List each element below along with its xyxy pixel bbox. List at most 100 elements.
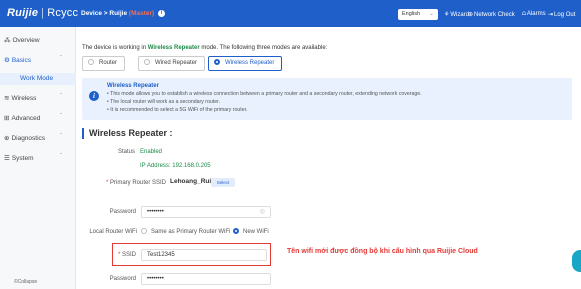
mode-router-button[interactable]: Router xyxy=(82,56,126,71)
wizard-icon: ⚘ xyxy=(444,12,450,18)
mode-text-mode: Wireless Repeater xyxy=(147,45,200,51)
info-icon: i xyxy=(89,91,99,101)
network-check-icon: ⊕ xyxy=(468,12,474,18)
diagnostics-icon: ⊕ xyxy=(4,135,10,142)
local-wifi-label: Local Router WiFi xyxy=(89,229,137,235)
sidebar-item-label: Advanced xyxy=(11,115,41,122)
chevron-down-icon: ˇ xyxy=(60,94,62,100)
mode-label: Router xyxy=(99,60,118,66)
sidebar-item-label: Diagnostics xyxy=(11,135,46,142)
mode-description: The device is working in Wireless Repeat… xyxy=(82,45,327,51)
alarms-link[interactable]: ⩍Alarms xyxy=(522,11,546,18)
chevron-down-icon: ˇ xyxy=(60,154,62,160)
breadcrumb-device[interactable]: Device xyxy=(81,10,102,17)
status-value: Enabled xyxy=(140,149,163,155)
eye-icon[interactable]: ◎ xyxy=(260,207,265,217)
primary-ssid-label-text: Primary Router SSID xyxy=(109,180,166,186)
wizard-label: Wizard xyxy=(450,12,470,18)
info-bullet: • This mode allows you to establish a wi… xyxy=(107,91,422,97)
radio-icon xyxy=(141,228,147,234)
language-select[interactable]: English ⌄ xyxy=(398,9,438,20)
sidebar-item-label: Basics xyxy=(11,57,31,64)
password-value: •••••••• xyxy=(147,209,164,215)
sidebar-item-work-mode[interactable]: Work Mode xyxy=(0,73,76,85)
radio-icon xyxy=(88,59,94,65)
wizard-link[interactable]: ⚘Wizard xyxy=(444,11,469,18)
sidebar-item-diagnostics[interactable]: ⊕ Diagnostics ˇ xyxy=(4,134,62,142)
mode-wired-repeater-button[interactable]: Wired Repeater xyxy=(138,56,206,71)
support-widget[interactable] xyxy=(572,250,581,272)
logout-link[interactable]: ⇥Log Out xyxy=(548,11,575,18)
advanced-icon: ⊞ xyxy=(4,115,10,122)
required-mark: * xyxy=(105,180,109,186)
ip-address: IP Address: 192.168.0.205 xyxy=(140,163,211,169)
password2-value: •••••••• xyxy=(147,276,164,282)
radio-selected-icon xyxy=(214,59,220,65)
network-check-link[interactable]: ⊕Network Check xyxy=(468,11,515,18)
radio-new-wifi[interactable]: New WiFi xyxy=(233,228,269,235)
alarms-icon: ⩍ xyxy=(522,11,526,17)
select-button[interactable]: Select xyxy=(211,178,235,187)
mode-text-suffix: mode. The following three modes are avai… xyxy=(201,45,328,51)
breadcrumb-separator: > xyxy=(103,10,108,18)
sidebar-item-wireless[interactable]: ≋ Wireless ˇ xyxy=(4,94,62,102)
top-bar: Ruijie | Rcycc Device > Ruijie (Master) i … xyxy=(0,0,581,27)
sidebar-item-label: System xyxy=(11,155,34,162)
radio-label: Same as Primary Router WiFi xyxy=(151,229,231,235)
breadcrumb-current: Ruijie xyxy=(109,10,128,18)
status-label: Status xyxy=(117,149,135,155)
logo-product: Rcycc xyxy=(47,7,79,19)
ruijie-logo[interactable]: Ruijie | Rcycc xyxy=(7,7,78,19)
system-icon: ☰ xyxy=(4,155,10,162)
wireless-icon: ≋ xyxy=(4,95,10,102)
info-box: i Wireless Repeater • This mode allows y… xyxy=(82,78,572,120)
overview-icon: ⁂ xyxy=(4,37,11,44)
chevron-down-icon: ˇ xyxy=(60,134,62,140)
primary-ssid-label: * Primary Router SSID xyxy=(80,180,166,186)
radio-selected-icon xyxy=(233,228,239,234)
ssid-label: * SSID xyxy=(112,252,136,258)
breadcrumb-model: (Master) xyxy=(128,10,155,18)
alarms-label: Alarms xyxy=(526,11,546,17)
logo-separator: | xyxy=(41,7,45,19)
radio-icon xyxy=(144,59,150,65)
sidebar-item-system[interactable]: ☰ System ˇ xyxy=(4,154,62,162)
mode-wireless-repeater-button[interactable]: Wireless Repeater xyxy=(208,56,283,71)
breadcrumb: Device > Ruijie (Master) i xyxy=(81,10,166,18)
sidebar: ⁂ Overview ⚙ Basics ˇ Work Mode ≋ Wireless ˇ … xyxy=(0,27,76,289)
chevron-down-icon: ˇ xyxy=(60,114,62,120)
password-field[interactable]: •••••••• ◎ xyxy=(141,206,271,218)
chevron-down-icon: ⌄ xyxy=(428,11,434,17)
mode-label: Wired Repeater xyxy=(155,60,198,66)
sidebar-item-label: Wireless xyxy=(11,95,37,102)
annotation-text: Tên wifi mới được đồng bộ khi cấu hình q… xyxy=(287,248,478,255)
sidebar-item-label: Overview xyxy=(12,37,40,44)
sidebar-item-advanced[interactable]: ⊞ Advanced ˇ xyxy=(4,114,62,122)
sidebar-item-overview[interactable]: ⁂ Overview xyxy=(4,36,40,44)
required-mark: * xyxy=(117,252,121,258)
password-label: Password xyxy=(109,209,136,215)
language-value: English xyxy=(402,11,421,17)
info-bullet: • It is recommended to select a 5G WiFi … xyxy=(107,107,248,113)
sidebar-item-basics[interactable]: ⚙ Basics ˇ xyxy=(4,56,62,64)
ssid-label-text: SSID xyxy=(121,252,136,258)
radio-same-as-primary[interactable]: Same as Primary Router WiFi xyxy=(141,228,230,235)
section-title: Wireless Repeater : xyxy=(82,128,172,139)
info-title: Wireless Repeater xyxy=(107,83,159,89)
password2-label: Password xyxy=(109,276,136,282)
info-icon[interactable]: i xyxy=(158,10,166,17)
chevron-down-icon: ˇ xyxy=(60,56,62,62)
logout-icon: ⇥ xyxy=(548,12,554,18)
ssid-value: Test12345 xyxy=(147,252,175,258)
radio-label: New WiFi xyxy=(243,229,269,235)
network-check-label: Network Check xyxy=(474,12,515,18)
logout-label: Log Out xyxy=(554,12,576,18)
basics-icon: ⚙ xyxy=(4,57,10,64)
collapse-button[interactable]: ©Collapse xyxy=(14,279,37,285)
info-bullet: • The local router will work as a second… xyxy=(107,99,221,105)
logo-brand: Ruijie xyxy=(7,7,39,19)
mode-text-prefix: The device is working in xyxy=(82,45,147,51)
mode-label: Wireless Repeater xyxy=(225,60,275,66)
password2-field[interactable]: •••••••• xyxy=(141,273,271,285)
ssid-field[interactable]: Test12345 xyxy=(141,249,267,261)
